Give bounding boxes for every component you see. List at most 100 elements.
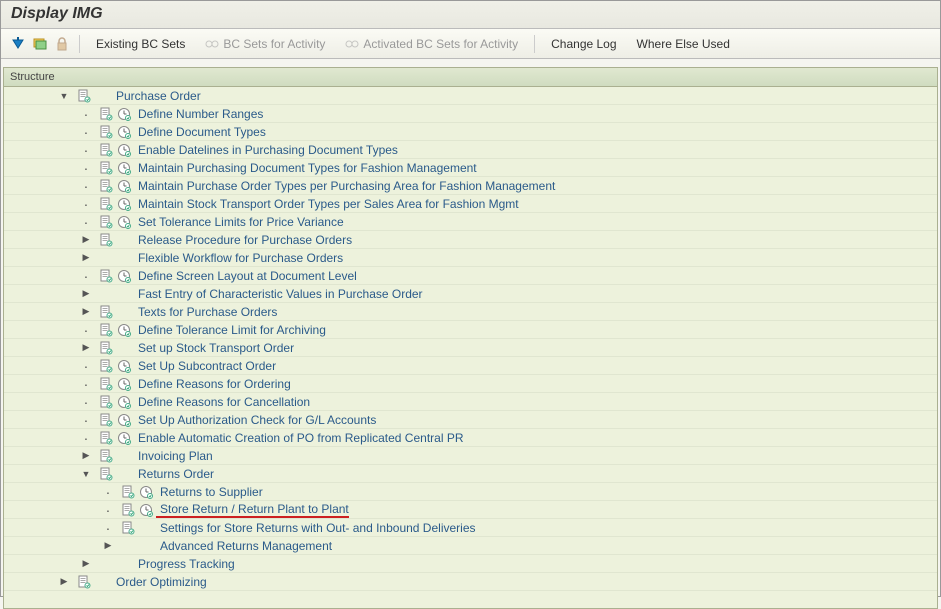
tree-row[interactable]: ▶ Flexible Workflow for Purchase Orders bbox=[4, 249, 937, 267]
activity-icon[interactable] bbox=[116, 359, 132, 373]
doc-icon[interactable] bbox=[98, 449, 114, 463]
tree-row[interactable]: ·Define Number Ranges bbox=[4, 105, 937, 123]
tree-node-label[interactable]: Fast Entry of Characteristic Values in P… bbox=[134, 287, 423, 301]
tree-row[interactable]: ·Define Reasons for Ordering bbox=[4, 375, 937, 393]
activity-icon[interactable] bbox=[116, 161, 132, 175]
collapse-toggle-icon[interactable]: ▼ bbox=[58, 91, 70, 101]
expand-toggle-icon[interactable]: ▶ bbox=[80, 306, 92, 317]
tree-node-label[interactable]: Maintain Purchase Order Types per Purcha… bbox=[134, 179, 555, 193]
collapse-all-icon[interactable] bbox=[31, 35, 49, 53]
tree-node-label[interactable]: Set Up Authorization Check for G/L Accou… bbox=[134, 413, 376, 427]
tree-row[interactable]: ·Define Document Types bbox=[4, 123, 937, 141]
tree-node-label[interactable]: Set Tolerance Limits for Price Variance bbox=[134, 215, 344, 229]
activity-icon[interactable] bbox=[116, 413, 132, 427]
tree-node-label[interactable]: Define Reasons for Cancellation bbox=[134, 395, 310, 409]
tree-node-label[interactable]: Define Tolerance Limit for Archiving bbox=[134, 323, 326, 337]
tree-node-label[interactable]: Progress Tracking bbox=[134, 557, 235, 571]
tree-node-label[interactable]: Settings for Store Returns with Out- and… bbox=[156, 521, 476, 535]
tree-row[interactable]: ▶ Texts for Purchase Orders bbox=[4, 303, 937, 321]
doc-icon[interactable] bbox=[98, 197, 114, 211]
expand-all-icon[interactable] bbox=[9, 35, 27, 53]
existing-bc-sets-button[interactable]: Existing BC Sets bbox=[88, 34, 193, 54]
activity-icon[interactable] bbox=[116, 143, 132, 157]
expand-toggle-icon[interactable]: ▶ bbox=[80, 234, 92, 245]
img-tree[interactable]: ▼Purchase Order·Define Number Ranges·Def… bbox=[3, 87, 938, 609]
tree-node-label[interactable]: Texts for Purchase Orders bbox=[134, 305, 277, 319]
tree-row[interactable]: ·Define Reasons for Cancellation bbox=[4, 393, 937, 411]
tree-row[interactable]: ·Define Screen Layout at Document Level bbox=[4, 267, 937, 285]
tree-row[interactable]: ·Enable Datelines in Purchasing Document… bbox=[4, 141, 937, 159]
tree-row[interactable]: ▶ Release Procedure for Purchase Orders bbox=[4, 231, 937, 249]
tree-node-label[interactable]: Maintain Purchasing Document Types for F… bbox=[134, 161, 477, 175]
tree-row[interactable]: ·Set Up Authorization Check for G/L Acco… bbox=[4, 411, 937, 429]
activity-icon[interactable] bbox=[138, 485, 154, 499]
where-else-used-button[interactable]: Where Else Used bbox=[629, 34, 738, 54]
tree-node-label[interactable]: Flexible Workflow for Purchase Orders bbox=[134, 251, 343, 265]
tree-row[interactable]: ▶ Progress Tracking bbox=[4, 555, 937, 573]
doc-icon[interactable] bbox=[98, 467, 114, 481]
doc-icon[interactable] bbox=[98, 125, 114, 139]
doc-icon[interactable] bbox=[98, 215, 114, 229]
activity-icon[interactable] bbox=[116, 197, 132, 211]
doc-icon[interactable] bbox=[98, 359, 114, 373]
tree-row[interactable]: ▶Order Optimizing bbox=[4, 573, 937, 591]
doc-icon[interactable] bbox=[120, 485, 136, 499]
bc-sets-activity-button[interactable]: BC Sets for Activity bbox=[197, 34, 333, 54]
tree-row[interactable]: ▼Returns Order bbox=[4, 465, 937, 483]
activity-icon[interactable] bbox=[116, 125, 132, 139]
tree-row[interactable]: ·Enable Automatic Creation of PO from Re… bbox=[4, 429, 937, 447]
doc-icon[interactable] bbox=[98, 395, 114, 409]
activity-icon[interactable] bbox=[116, 395, 132, 409]
expand-toggle-icon[interactable]: ▶ bbox=[102, 540, 114, 551]
tree-node-label[interactable]: Set up Stock Transport Order bbox=[134, 341, 294, 355]
activity-icon[interactable] bbox=[116, 179, 132, 193]
tree-node-label[interactable]: Define Screen Layout at Document Level bbox=[134, 269, 357, 283]
tree-node-label[interactable]: Define Document Types bbox=[134, 125, 266, 139]
tree-row[interactable]: ·Maintain Stock Transport Order Types pe… bbox=[4, 195, 937, 213]
activity-icon[interactable] bbox=[116, 431, 132, 445]
doc-icon[interactable] bbox=[76, 575, 92, 589]
tree-node-label[interactable]: Enable Datelines in Purchasing Document … bbox=[134, 143, 398, 157]
doc-icon[interactable] bbox=[98, 413, 114, 427]
activity-icon[interactable] bbox=[138, 503, 154, 517]
tree-row[interactable]: ·Store Return / Return Plant to Plant bbox=[4, 501, 937, 519]
doc-icon[interactable] bbox=[120, 521, 136, 535]
tree-row[interactable]: ▶ Advanced Returns Management bbox=[4, 537, 937, 555]
doc-icon[interactable] bbox=[98, 305, 114, 319]
activated-bc-sets-button[interactable]: Activated BC Sets for Activity bbox=[337, 34, 526, 54]
tree-row[interactable]: ·Settings for Store Returns with Out- an… bbox=[4, 519, 937, 537]
expand-toggle-icon[interactable]: ▶ bbox=[80, 450, 92, 461]
tree-row[interactable]: ▶ Invoicing Plan bbox=[4, 447, 937, 465]
tree-node-label[interactable]: Store Return / Return Plant to Plant bbox=[156, 502, 349, 518]
activity-icon[interactable] bbox=[116, 215, 132, 229]
collapse-toggle-icon[interactable]: ▼ bbox=[80, 469, 92, 479]
tree-row[interactable]: ▶Set up Stock Transport Order bbox=[4, 339, 937, 357]
tree-node-label[interactable]: Invoicing Plan bbox=[134, 449, 213, 463]
activity-icon[interactable] bbox=[116, 377, 132, 391]
change-log-button[interactable]: Change Log bbox=[543, 34, 624, 54]
tree-node-label[interactable]: Advanced Returns Management bbox=[156, 539, 332, 553]
activity-icon[interactable] bbox=[116, 323, 132, 337]
doc-icon[interactable] bbox=[98, 269, 114, 283]
doc-icon[interactable] bbox=[76, 89, 92, 103]
tree-row[interactable]: ·Maintain Purchase Order Types per Purch… bbox=[4, 177, 937, 195]
doc-icon[interactable] bbox=[98, 143, 114, 157]
doc-icon[interactable] bbox=[98, 107, 114, 121]
tree-row[interactable]: ·Define Tolerance Limit for Archiving bbox=[4, 321, 937, 339]
tree-node-label[interactable]: Returns to Supplier bbox=[156, 485, 263, 499]
tree-node-label[interactable]: Maintain Stock Transport Order Types per… bbox=[134, 197, 519, 211]
expand-toggle-icon[interactable]: ▶ bbox=[80, 288, 92, 299]
doc-icon[interactable] bbox=[98, 323, 114, 337]
expand-toggle-icon[interactable]: ▶ bbox=[80, 252, 92, 263]
tree-node-label[interactable]: Release Procedure for Purchase Orders bbox=[134, 233, 352, 247]
tree-node-label[interactable]: Set Up Subcontract Order bbox=[134, 359, 276, 373]
expand-toggle-icon[interactable]: ▶ bbox=[80, 558, 92, 569]
tree-node-label[interactable]: Define Reasons for Ordering bbox=[134, 377, 291, 391]
tree-node-label[interactable]: Enable Automatic Creation of PO from Rep… bbox=[134, 431, 464, 445]
tree-row[interactable]: ·Returns to Supplier bbox=[4, 483, 937, 501]
activity-icon[interactable] bbox=[116, 107, 132, 121]
activity-icon[interactable] bbox=[116, 269, 132, 283]
tree-row[interactable]: ·Set Tolerance Limits for Price Variance bbox=[4, 213, 937, 231]
tree-row[interactable]: ·Set Up Subcontract Order bbox=[4, 357, 937, 375]
tree-row[interactable]: ▼Purchase Order bbox=[4, 87, 937, 105]
